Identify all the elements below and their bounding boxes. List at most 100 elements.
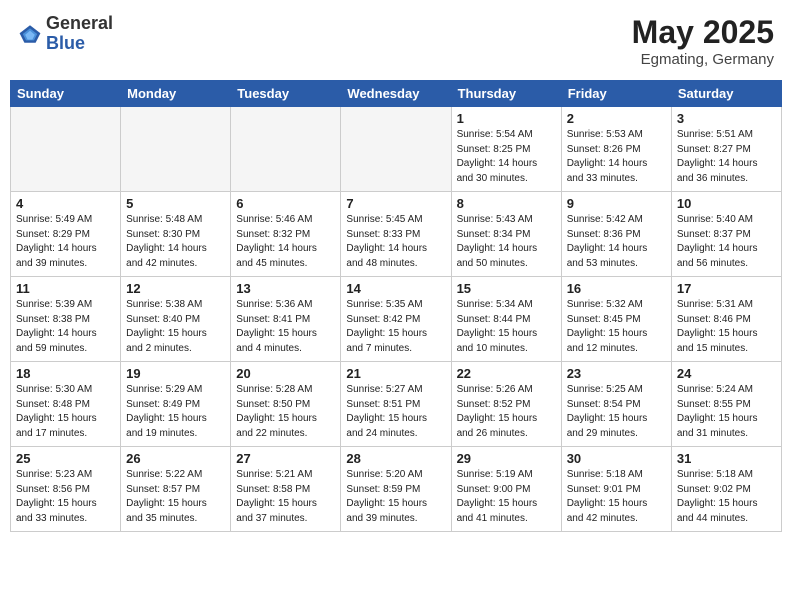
day-number: 24 <box>677 366 776 381</box>
day-number: 15 <box>457 281 556 296</box>
sun-info: Sunrise: 5:27 AMSunset: 8:51 PMDaylight:… <box>346 383 445 441</box>
day-header-monday: Monday <box>121 81 231 107</box>
calendar-week-row: 1 Sunrise: 5:54 AMSunset: 8:25 PMDaylight… <box>11 107 782 192</box>
sun-info: Sunrise: 5:20 AMSunset: 8:59 PMDaylight:… <box>346 468 445 526</box>
sun-info: Sunrise: 5:45 AMSunset: 8:33 PMDaylight:… <box>346 213 445 271</box>
location: Egmating, Germany <box>632 51 774 68</box>
calendar-cell: 18 Sunrise: 5:30 AMSunset: 8:48 PMDayligh… <box>11 362 121 447</box>
sun-info: Sunrise: 5:34 AMSunset: 8:44 PMDaylight:… <box>457 298 556 356</box>
calendar-cell: 21Sunrise: 5:27 AMSunset: 8:51 PMDayligh… <box>341 362 451 447</box>
logo-general-text: General <box>46 13 113 33</box>
day-number: 30 <box>567 451 666 466</box>
day-number: 4 <box>16 196 115 211</box>
day-number: 26 <box>126 451 225 466</box>
day-number: 29 <box>457 451 556 466</box>
sun-info: Sunrise: 5:38 AMSunset: 8:40 PMDaylight:… <box>126 298 225 356</box>
sun-info: Sunrise: 5:46 AMSunset: 8:32 PMDaylight:… <box>236 213 335 271</box>
calendar-cell: 19 Sunrise: 5:29 AMSunset: 8:49 PMDayligh… <box>121 362 231 447</box>
day-header-tuesday: Tuesday <box>231 81 341 107</box>
day-number: 23 <box>567 366 666 381</box>
calendar-header-row: SundayMondayTuesdayWednesdayThursdayFrid… <box>11 81 782 107</box>
day-number: 22 <box>457 366 556 381</box>
sun-info: Sunrise: 5:18 AMSunset: 9:01 PMDaylight:… <box>567 468 666 526</box>
calendar-cell: 2 Sunrise: 5:53 AMSunset: 8:26 PMDaylight… <box>561 107 671 192</box>
calendar-cell: 14Sunrise: 5:35 AMSunset: 8:42 PMDayligh… <box>341 277 451 362</box>
sun-info: Sunrise: 5:30 AMSunset: 8:48 PMDaylight:… <box>16 383 115 441</box>
day-number: 25 <box>16 451 115 466</box>
sun-info: Sunrise: 5:32 AMSunset: 8:45 PMDaylight:… <box>567 298 666 356</box>
day-header-sunday: Sunday <box>11 81 121 107</box>
month-title: May 2025 <box>632 14 774 51</box>
sun-info: Sunrise: 5:25 AMSunset: 8:54 PMDaylight:… <box>567 383 666 441</box>
day-number: 6 <box>236 196 335 211</box>
logo: General Blue <box>18 14 113 54</box>
day-number: 27 <box>236 451 335 466</box>
sun-info: Sunrise: 5:28 AMSunset: 8:50 PMDaylight:… <box>236 383 335 441</box>
sun-info: Sunrise: 5:39 AMSunset: 8:38 PMDaylight:… <box>16 298 115 356</box>
calendar-cell: 26 Sunrise: 5:22 AMSunset: 8:57 PMDayligh… <box>121 447 231 532</box>
calendar-cell: 24Sunrise: 5:24 AMSunset: 8:55 PMDayligh… <box>671 362 781 447</box>
sun-info: Sunrise: 5:48 AMSunset: 8:30 PMDaylight:… <box>126 213 225 271</box>
day-header-thursday: Thursday <box>451 81 561 107</box>
calendar-cell <box>11 107 121 192</box>
calendar-cell: 17Sunrise: 5:31 AMSunset: 8:46 PMDayligh… <box>671 277 781 362</box>
calendar-cell: 28Sunrise: 5:20 AMSunset: 8:59 PMDayligh… <box>341 447 451 532</box>
sun-info: Sunrise: 5:35 AMSunset: 8:42 PMDaylight:… <box>346 298 445 356</box>
day-number: 7 <box>346 196 445 211</box>
page-header: General Blue May 2025 Egmating, Germany <box>10 10 782 72</box>
calendar-cell: 31 Sunrise: 5:18 AMSunset: 9:02 PMDayligh… <box>671 447 781 532</box>
sun-info: Sunrise: 5:54 AMSunset: 8:25 PMDaylight:… <box>457 128 556 186</box>
day-number: 5 <box>126 196 225 211</box>
day-header-saturday: Saturday <box>671 81 781 107</box>
sun-info: Sunrise: 5:18 AMSunset: 9:02 PMDaylight:… <box>677 468 776 526</box>
calendar-cell: 1 Sunrise: 5:54 AMSunset: 8:25 PMDaylight… <box>451 107 561 192</box>
calendar-week-row: 11 Sunrise: 5:39 AMSunset: 8:38 PMDayligh… <box>11 277 782 362</box>
sun-info: Sunrise: 5:26 AMSunset: 8:52 PMDaylight:… <box>457 383 556 441</box>
calendar-cell: 16Sunrise: 5:32 AMSunset: 8:45 PMDayligh… <box>561 277 671 362</box>
sun-info: Sunrise: 5:49 AMSunset: 8:29 PMDaylight:… <box>16 213 115 271</box>
calendar-week-row: 18 Sunrise: 5:30 AMSunset: 8:48 PMDayligh… <box>11 362 782 447</box>
calendar-cell: 7 Sunrise: 5:45 AMSunset: 8:33 PMDaylight… <box>341 192 451 277</box>
calendar-cell <box>341 107 451 192</box>
sun-info: Sunrise: 5:23 AMSunset: 8:56 PMDaylight:… <box>16 468 115 526</box>
calendar-cell: 29 Sunrise: 5:19 AMSunset: 9:00 PMDayligh… <box>451 447 561 532</box>
day-number: 3 <box>677 111 776 126</box>
day-number: 31 <box>677 451 776 466</box>
calendar-cell: 12 Sunrise: 5:38 AMSunset: 8:40 PMDayligh… <box>121 277 231 362</box>
calendar-cell: 9 Sunrise: 5:42 AMSunset: 8:36 PMDaylight… <box>561 192 671 277</box>
calendar-cell: 23 Sunrise: 5:25 AMSunset: 8:54 PMDayligh… <box>561 362 671 447</box>
day-number: 2 <box>567 111 666 126</box>
calendar-week-row: 25 Sunrise: 5:23 AMSunset: 8:56 PMDayligh… <box>11 447 782 532</box>
sun-info: Sunrise: 5:19 AMSunset: 9:00 PMDaylight:… <box>457 468 556 526</box>
logo-icon <box>18 22 42 46</box>
calendar-table: SundayMondayTuesdayWednesdayThursdayFrid… <box>10 80 782 532</box>
sun-info: Sunrise: 5:36 AMSunset: 8:41 PMDaylight:… <box>236 298 335 356</box>
title-block: May 2025 Egmating, Germany <box>632 14 774 68</box>
calendar-cell: 4 Sunrise: 5:49 AMSunset: 8:29 PMDaylight… <box>11 192 121 277</box>
day-number: 9 <box>567 196 666 211</box>
sun-info: Sunrise: 5:22 AMSunset: 8:57 PMDaylight:… <box>126 468 225 526</box>
calendar-cell: 27 Sunrise: 5:21 AMSunset: 8:58 PMDayligh… <box>231 447 341 532</box>
day-header-wednesday: Wednesday <box>341 81 451 107</box>
day-number: 13 <box>236 281 335 296</box>
calendar-cell: 3 Sunrise: 5:51 AMSunset: 8:27 PMDaylight… <box>671 107 781 192</box>
sun-info: Sunrise: 5:21 AMSunset: 8:58 PMDaylight:… <box>236 468 335 526</box>
sun-info: Sunrise: 5:29 AMSunset: 8:49 PMDaylight:… <box>126 383 225 441</box>
calendar-cell: 15 Sunrise: 5:34 AMSunset: 8:44 PMDayligh… <box>451 277 561 362</box>
calendar-cell: 13 Sunrise: 5:36 AMSunset: 8:41 PMDayligh… <box>231 277 341 362</box>
day-number: 1 <box>457 111 556 126</box>
day-number: 10 <box>677 196 776 211</box>
day-number: 20 <box>236 366 335 381</box>
sun-info: Sunrise: 5:51 AMSunset: 8:27 PMDaylight:… <box>677 128 776 186</box>
day-header-friday: Friday <box>561 81 671 107</box>
calendar-cell: 25 Sunrise: 5:23 AMSunset: 8:56 PMDayligh… <box>11 447 121 532</box>
sun-info: Sunrise: 5:40 AMSunset: 8:37 PMDaylight:… <box>677 213 776 271</box>
calendar-cell: 6 Sunrise: 5:46 AMSunset: 8:32 PMDaylight… <box>231 192 341 277</box>
sun-info: Sunrise: 5:42 AMSunset: 8:36 PMDaylight:… <box>567 213 666 271</box>
day-number: 12 <box>126 281 225 296</box>
day-number: 19 <box>126 366 225 381</box>
sun-info: Sunrise: 5:53 AMSunset: 8:26 PMDaylight:… <box>567 128 666 186</box>
sun-info: Sunrise: 5:43 AMSunset: 8:34 PMDaylight:… <box>457 213 556 271</box>
day-number: 11 <box>16 281 115 296</box>
day-number: 18 <box>16 366 115 381</box>
